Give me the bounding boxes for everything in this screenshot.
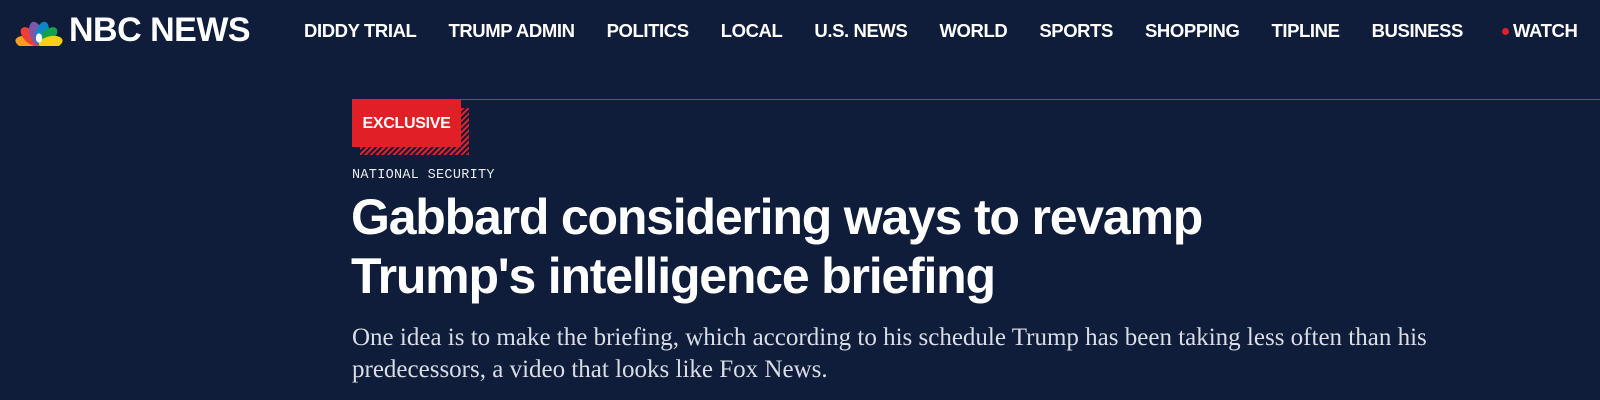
nbc-peacock-icon xyxy=(15,21,63,46)
nav-item-shopping[interactable]: SHOPPING xyxy=(1145,19,1240,43)
article-headline: Gabbard considering ways to revamp Trump… xyxy=(351,189,1203,304)
nav-item-diddy-trial[interactable]: DIDDY TRIAL xyxy=(304,19,417,43)
watch-link[interactable]: WATCH xyxy=(1502,19,1578,43)
live-dot-icon xyxy=(1502,27,1509,35)
nav-item-us-news[interactable]: U.S. NEWS xyxy=(814,19,907,43)
nav-item-business[interactable]: BUSINESS xyxy=(1372,19,1464,43)
nav-item-tipline[interactable]: TIPLINE xyxy=(1271,19,1340,43)
logo-wordmark: NBC NEWS xyxy=(69,11,251,49)
nav-item-trump-admin[interactable]: TRUMP ADMIN xyxy=(448,19,575,43)
nav-item-world[interactable]: WORLD xyxy=(939,19,1007,43)
red-divider xyxy=(352,99,1600,100)
nbc-news-logo[interactable]: NBC NEWS xyxy=(14,11,251,49)
exclusive-badge-label: EXCLUSIVE xyxy=(352,100,461,147)
watch-label: WATCH xyxy=(1513,20,1578,41)
exclusive-badge: EXCLUSIVE xyxy=(352,100,469,155)
main-nav: DIDDY TRIAL TRUMP ADMIN POLITICS LOCAL U… xyxy=(304,19,1463,43)
site-header: NBC NEWS DIDDY TRIAL TRUMP ADMIN POLITIC… xyxy=(0,0,1600,62)
nav-item-local[interactable]: LOCAL xyxy=(721,19,783,43)
section-label[interactable]: NATIONAL SECURITY xyxy=(352,168,495,184)
nav-item-sports[interactable]: SPORTS xyxy=(1039,19,1113,43)
article-dek: One idea is to make the briefing, which … xyxy=(352,324,1427,383)
nav-item-politics[interactable]: POLITICS xyxy=(607,19,690,43)
